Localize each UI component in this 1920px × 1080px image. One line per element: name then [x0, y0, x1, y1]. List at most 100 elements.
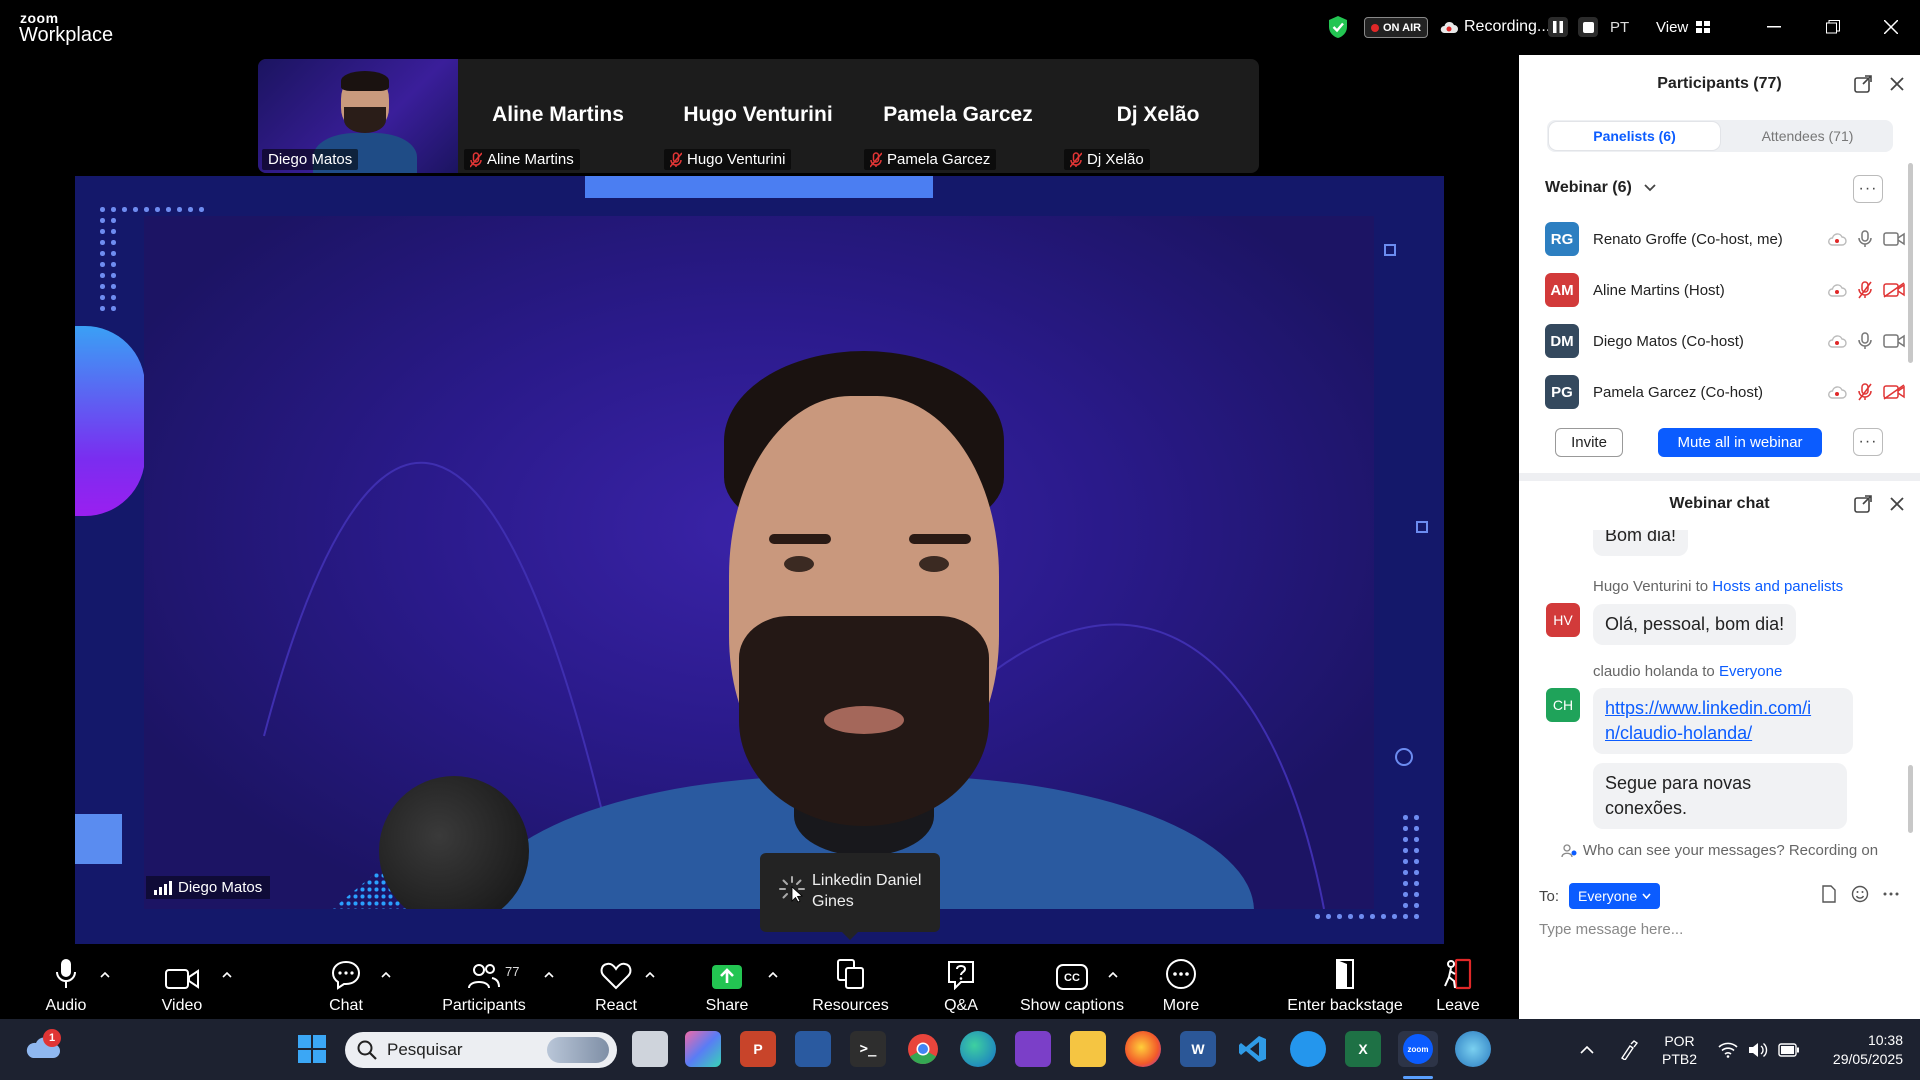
file-explorer-icon[interactable] [1070, 1031, 1106, 1067]
edge-icon[interactable] [960, 1031, 996, 1067]
participant-row[interactable]: AM Aline Martins (Host) [1545, 270, 1905, 310]
weather-widget[interactable]: 1 [23, 1029, 63, 1065]
snipping-tool-icon[interactable] [795, 1031, 831, 1067]
start-button[interactable] [294, 1031, 330, 1067]
share-options-caret[interactable] [766, 968, 780, 982]
invite-button[interactable]: Invite [1555, 428, 1623, 457]
mic-muted-icon[interactable] [1858, 383, 1872, 401]
mute-all-button[interactable]: Mute all in webinar [1658, 428, 1822, 457]
recording-label: Recording... [1464, 18, 1551, 35]
chat-message-input[interactable]: Type message here... [1539, 921, 1683, 938]
paint-icon[interactable] [1455, 1031, 1491, 1067]
video-options-caret[interactable] [220, 968, 234, 982]
file-icon[interactable] [1821, 885, 1837, 903]
task-view-button[interactable] [632, 1031, 668, 1067]
participant-row[interactable]: RG Renato Groffe (Co-host, me) [1545, 219, 1905, 259]
video-tile-aline[interactable]: Aline Martins Aline Martins [458, 59, 658, 173]
view-button[interactable]: View [1656, 12, 1711, 42]
participants-more-button[interactable]: ··· [1853, 428, 1883, 456]
video-off-icon[interactable] [1883, 384, 1905, 400]
tile-name-label: Aline Martins [487, 151, 574, 168]
docker-icon[interactable] [1290, 1031, 1326, 1067]
zoom-taskbar-icon[interactable]: zoom [1398, 1031, 1438, 1067]
vscode-icon[interactable] [1235, 1031, 1271, 1067]
audio-options-caret[interactable] [98, 968, 112, 982]
captions-options-caret[interactable] [1106, 968, 1120, 982]
mic-muted-icon[interactable] [1858, 281, 1872, 299]
close-icon[interactable] [1887, 74, 1907, 94]
participant-row[interactable]: PG Pamela Garcez (Co-host) [1545, 372, 1905, 412]
audio-button[interactable]: Audio [40, 946, 92, 1019]
chat-link[interactable]: https://www.linkedin.com/i n/claudio-hola… [1605, 698, 1811, 743]
video-tile-pamela[interactable]: Pamela Garcez Pamela Garcez [858, 59, 1058, 173]
chat-button[interactable]: Chat [324, 946, 368, 1019]
word-icon[interactable]: W [1180, 1031, 1216, 1067]
participants-options-caret[interactable] [542, 968, 556, 982]
chrome-icon[interactable] [905, 1031, 941, 1067]
close-window-button[interactable] [1876, 12, 1906, 42]
speaker-name-label: Diego Matos [146, 876, 271, 899]
restore-window-button[interactable] [1818, 12, 1848, 42]
group-more-button[interactable]: ··· [1853, 175, 1883, 203]
video-off-icon[interactable] [1883, 282, 1905, 298]
wifi-icon [1718, 1042, 1738, 1058]
chat-messages[interactable]: Bom dia! Hugo Venturini to Hosts and pan… [1519, 530, 1920, 837]
system-tray-icons[interactable] [1718, 1019, 1800, 1080]
cloud-recording-icon [1828, 335, 1847, 348]
chat-scrollbar[interactable] [1908, 765, 1913, 833]
powerpoint-icon[interactable]: P [740, 1031, 776, 1067]
main-video-stage[interactable]: Diego Matos [75, 176, 1444, 944]
taskbar-search[interactable]: Pesquisar [345, 1032, 617, 1068]
tab-attendees[interactable]: Attendees (71) [1722, 120, 1893, 152]
avatar: AM [1545, 273, 1579, 307]
show-hidden-icons[interactable] [1580, 1019, 1594, 1080]
pop-out-icon[interactable] [1853, 74, 1873, 94]
pause-recording-button[interactable] [1548, 17, 1568, 37]
participants-scrollbar[interactable] [1908, 163, 1913, 363]
microphone-icon[interactable] [1858, 332, 1872, 350]
tab-panelists[interactable]: Panelists (6) [1549, 122, 1720, 150]
emoji-icon[interactable] [1851, 885, 1869, 903]
language-interpretation-button[interactable]: PT [1610, 12, 1629, 42]
show-captions-button[interactable]: CC Show captions [1020, 946, 1124, 1019]
terminal-icon[interactable]: >_ [850, 1031, 886, 1067]
video-camera-icon[interactable] [1883, 334, 1905, 348]
participant-row[interactable]: DM Diego Matos (Co-host) [1545, 321, 1905, 361]
qa-button[interactable]: Q&A [942, 946, 980, 1019]
app-logo-workplace: Workplace [19, 24, 114, 46]
participants-button[interactable]: Participants [442, 946, 526, 1019]
close-icon[interactable] [1887, 494, 1907, 514]
react-button[interactable]: React [593, 946, 639, 1019]
video-camera-icon [165, 969, 199, 989]
excel-icon[interactable]: X [1345, 1031, 1381, 1067]
webinar-group-toggle[interactable]: Webinar (6) [1545, 179, 1656, 197]
more-options-icon[interactable] [1883, 892, 1899, 896]
video-tile-hugo[interactable]: Hugo Venturini Hugo Venturini [658, 59, 858, 173]
video-button[interactable]: Video [157, 946, 207, 1019]
share-button[interactable]: Share [703, 946, 751, 1019]
enter-backstage-button[interactable]: Enter backstage [1287, 946, 1403, 1019]
microphone-icon[interactable] [1858, 230, 1872, 248]
encryption-shield-icon[interactable] [1327, 12, 1349, 42]
recording-controls [1548, 12, 1598, 42]
video-tile-self[interactable]: Diego Matos [258, 59, 458, 173]
recording-status[interactable]: Recording... [1440, 12, 1550, 42]
firefox-icon[interactable] [1125, 1031, 1161, 1067]
video-camera-icon[interactable] [1883, 232, 1905, 246]
recipient-dropdown[interactable]: Everyone [1569, 883, 1661, 909]
visual-studio-icon[interactable] [1015, 1031, 1051, 1067]
minimize-window-button[interactable] [1759, 12, 1789, 42]
input-language[interactable]: POR PTB2 [1662, 1019, 1697, 1080]
leave-button[interactable]: Leave [1433, 946, 1483, 1019]
pen-menu-icon[interactable] [1620, 1019, 1642, 1080]
more-button[interactable]: More [1162, 946, 1200, 1019]
resources-button[interactable]: Resources [812, 946, 889, 1019]
react-options-caret[interactable] [643, 968, 657, 982]
video-tile-dj[interactable]: Dj Xelão Dj Xelão [1058, 59, 1258, 173]
copilot-icon[interactable] [685, 1031, 721, 1067]
chat-visibility-notice[interactable]: Who can see your messages? Recording on [1519, 842, 1920, 859]
chat-options-caret[interactable] [379, 968, 393, 982]
clock[interactable]: 10:38 29/05/2025 [1813, 1019, 1903, 1080]
stop-recording-button[interactable] [1578, 17, 1598, 37]
pop-out-icon[interactable] [1853, 494, 1873, 514]
